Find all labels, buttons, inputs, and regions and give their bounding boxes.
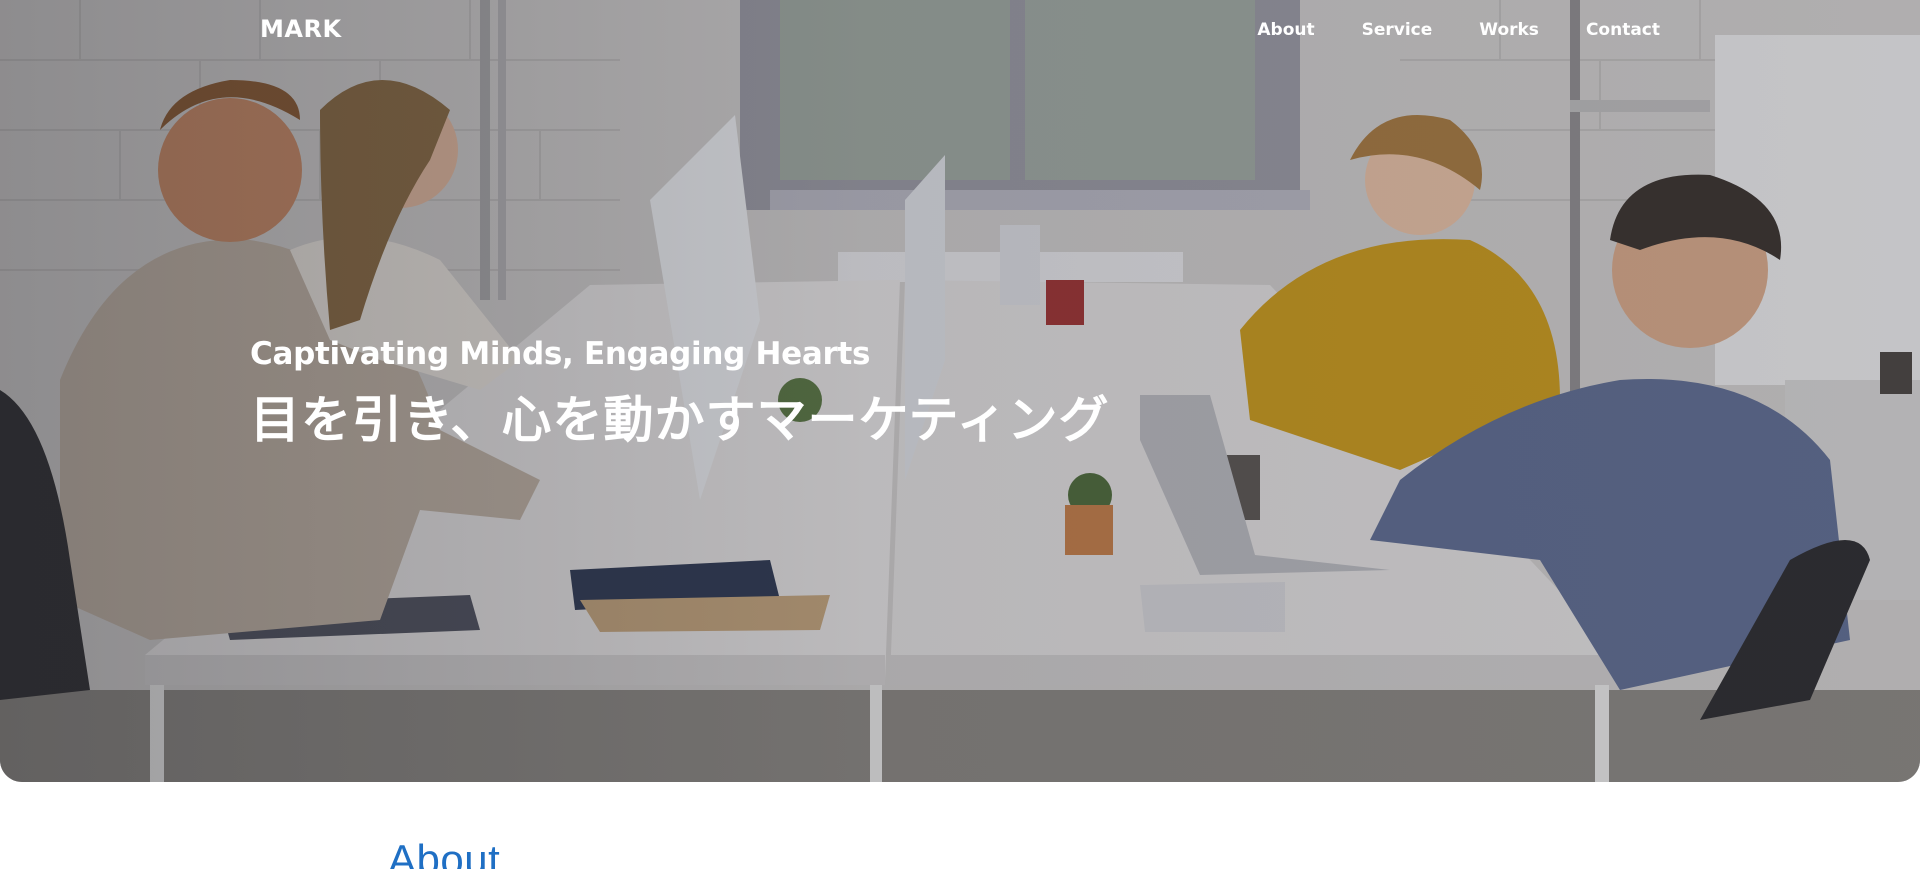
about-section-heading: About — [388, 836, 501, 869]
nav-link-works[interactable]: Works — [1479, 20, 1539, 40]
main-navigation: About Service Works Contact — [1257, 20, 1660, 40]
hero-section: MARK About Service Works Contact Captiva… — [0, 0, 1920, 782]
site-logo[interactable]: MARK — [260, 15, 342, 43]
hero-text-block: Captivating Minds, Engaging Hearts 目を引き、… — [250, 334, 1110, 452]
hero-subtitle: Captivating Minds, Engaging Hearts — [250, 336, 871, 372]
nav-link-contact[interactable]: Contact — [1586, 20, 1660, 40]
nav-link-about[interactable]: About — [1257, 20, 1314, 40]
hero-title: 目を引き、心を動かすマーケティング — [250, 391, 1110, 449]
nav-link-service[interactable]: Service — [1362, 20, 1433, 40]
